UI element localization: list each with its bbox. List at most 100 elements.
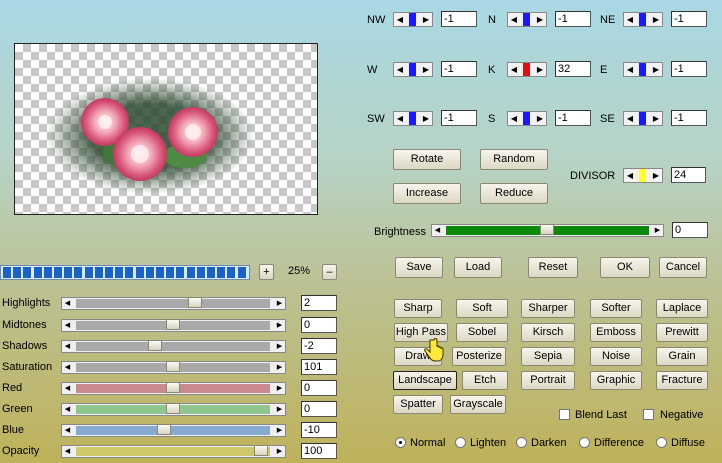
preset-landscape-button[interactable]: Landscape — [393, 371, 457, 390]
right-arrow-icon[interactable]: ▶ — [274, 341, 285, 352]
right-arrow-icon[interactable]: ▶ — [651, 63, 661, 76]
preset-grain-button[interactable]: Grain — [656, 347, 708, 366]
highlights-knob[interactable] — [187, 297, 202, 308]
saturation-slider[interactable]: ◀ ▶ — [61, 361, 286, 374]
matrix-se-input[interactable]: -1 — [671, 110, 707, 126]
rotate-button[interactable]: Rotate — [393, 149, 461, 170]
left-arrow-icon[interactable]: ◀ — [62, 425, 73, 436]
matrix-n-input[interactable]: -1 — [555, 11, 591, 27]
reset-button[interactable]: Reset — [528, 257, 578, 278]
zoom-out-button[interactable]: – — [322, 264, 337, 280]
matrix-w-thumb[interactable] — [409, 63, 416, 76]
matrix-n-thumb[interactable] — [523, 13, 530, 26]
green-knob[interactable] — [166, 403, 180, 414]
negative-checkbox[interactable] — [643, 409, 654, 420]
brightness-knob[interactable] — [540, 224, 554, 235]
right-arrow-icon[interactable]: ▶ — [421, 63, 431, 76]
right-arrow-icon[interactable]: ▶ — [274, 383, 285, 394]
left-arrow-icon[interactable]: ◀ — [62, 404, 73, 415]
cancel-button[interactable]: Cancel — [659, 257, 707, 278]
shadows-track[interactable] — [76, 342, 270, 351]
right-arrow-icon[interactable]: ▶ — [274, 404, 285, 415]
matrix-e-input[interactable]: -1 — [671, 61, 707, 77]
preset-noise-button[interactable]: Noise — [590, 347, 642, 366]
preset-kirsch-button[interactable]: Kirsch — [521, 323, 575, 342]
matrix-k-spinner[interactable]: ◀ ▶ — [507, 62, 547, 77]
matrix-k-thumb[interactable] — [523, 63, 530, 76]
red-slider[interactable]: ◀ ▶ — [61, 382, 286, 395]
right-arrow-icon[interactable]: ▶ — [421, 13, 431, 26]
matrix-se-thumb[interactable] — [639, 112, 646, 125]
matrix-e-thumb[interactable] — [639, 63, 646, 76]
left-arrow-icon[interactable]: ◀ — [625, 112, 635, 125]
opacity-input[interactable]: 100 — [301, 443, 337, 459]
midtones-knob[interactable] — [166, 319, 180, 330]
matrix-w-spinner[interactable]: ◀ ▶ — [393, 62, 433, 77]
left-arrow-icon[interactable]: ◀ — [395, 13, 405, 26]
matrix-n-spinner[interactable]: ◀ ▶ — [507, 12, 547, 27]
highlights-slider[interactable]: ◀ ▶ — [61, 297, 286, 310]
matrix-sw-input[interactable]: -1 — [441, 110, 477, 126]
right-arrow-icon[interactable]: ▶ — [421, 112, 431, 125]
right-arrow-icon[interactable]: ▶ — [274, 446, 285, 457]
matrix-sw-spinner[interactable]: ◀ ▶ — [393, 111, 433, 126]
brightness-slider[interactable]: ◀ ▶ — [431, 224, 664, 237]
left-arrow-icon[interactable]: ◀ — [509, 13, 519, 26]
lighten-radio[interactable] — [455, 437, 466, 448]
left-arrow-icon[interactable]: ◀ — [509, 112, 519, 125]
divisor-spinner[interactable]: ◀ ▶ — [623, 168, 663, 183]
blue-slider[interactable]: ◀ ▶ — [61, 424, 286, 437]
left-arrow-icon[interactable]: ◀ — [625, 13, 635, 26]
left-arrow-icon[interactable]: ◀ — [625, 169, 635, 182]
shadows-knob[interactable] — [148, 340, 162, 351]
preset-portrait-button[interactable]: Portrait — [521, 371, 575, 390]
preset-posterize-button[interactable]: Posterize — [452, 347, 506, 366]
preset-spatter-button[interactable]: Spatter — [393, 395, 443, 414]
reduce-button[interactable]: Reduce — [480, 183, 548, 204]
divisor-thumb[interactable] — [639, 169, 646, 182]
highlights-input[interactable]: 2 — [301, 295, 337, 311]
normal-radio[interactable] — [395, 437, 406, 448]
left-arrow-icon[interactable]: ◀ — [395, 112, 405, 125]
matrix-s-input[interactable]: -1 — [555, 110, 591, 126]
random-button[interactable]: Random — [480, 149, 548, 170]
shadows-slider[interactable]: ◀ ▶ — [61, 340, 286, 353]
preset-etch-button[interactable]: Etch — [462, 371, 508, 390]
blue-input[interactable]: -10 — [301, 422, 337, 438]
right-arrow-icon[interactable]: ▶ — [274, 298, 285, 309]
right-arrow-icon[interactable]: ▶ — [274, 425, 285, 436]
saturation-input[interactable]: 101 — [301, 359, 337, 375]
green-slider[interactable]: ◀ ▶ — [61, 403, 286, 416]
matrix-e-spinner[interactable]: ◀ ▶ — [623, 62, 663, 77]
increase-button[interactable]: Increase — [393, 183, 461, 204]
preset-sharp-button[interactable]: Sharp — [394, 299, 442, 318]
left-arrow-icon[interactable]: ◀ — [62, 446, 73, 457]
zoom-in-button[interactable]: + — [259, 264, 274, 280]
left-arrow-icon[interactable]: ◀ — [395, 63, 405, 76]
blue-track[interactable] — [76, 426, 270, 435]
right-arrow-icon[interactable]: ▶ — [651, 13, 661, 26]
blue-knob[interactable] — [157, 424, 171, 435]
shadows-input[interactable]: -2 — [301, 338, 337, 354]
right-arrow-icon[interactable]: ▶ — [535, 112, 545, 125]
matrix-nw-spinner[interactable]: ◀ ▶ — [393, 12, 433, 27]
matrix-nw-input[interactable]: -1 — [441, 11, 477, 27]
left-arrow-icon[interactable]: ◀ — [625, 63, 635, 76]
darken-radio[interactable] — [516, 437, 527, 448]
matrix-s-thumb[interactable] — [523, 112, 530, 125]
right-arrow-icon[interactable]: ▶ — [652, 225, 663, 236]
matrix-w-input[interactable]: -1 — [441, 61, 477, 77]
preset-emboss-button[interactable]: Emboss — [590, 323, 642, 342]
save-button[interactable]: Save — [395, 257, 443, 278]
right-arrow-icon[interactable]: ▶ — [651, 169, 661, 182]
diffuse-radio[interactable] — [656, 437, 667, 448]
preset-graphic-button[interactable]: Graphic — [590, 371, 642, 390]
opacity-slider[interactable]: ◀ ▶ — [61, 445, 286, 458]
matrix-se-spinner[interactable]: ◀ ▶ — [623, 111, 663, 126]
preset-prewitt-button[interactable]: Prewitt — [656, 323, 708, 342]
left-arrow-icon[interactable]: ◀ — [509, 63, 519, 76]
right-arrow-icon[interactable]: ▶ — [535, 63, 545, 76]
right-arrow-icon[interactable]: ▶ — [651, 112, 661, 125]
preset-grayscale-button[interactable]: Grayscale — [450, 395, 506, 414]
midtones-slider[interactable]: ◀ ▶ — [61, 319, 286, 332]
